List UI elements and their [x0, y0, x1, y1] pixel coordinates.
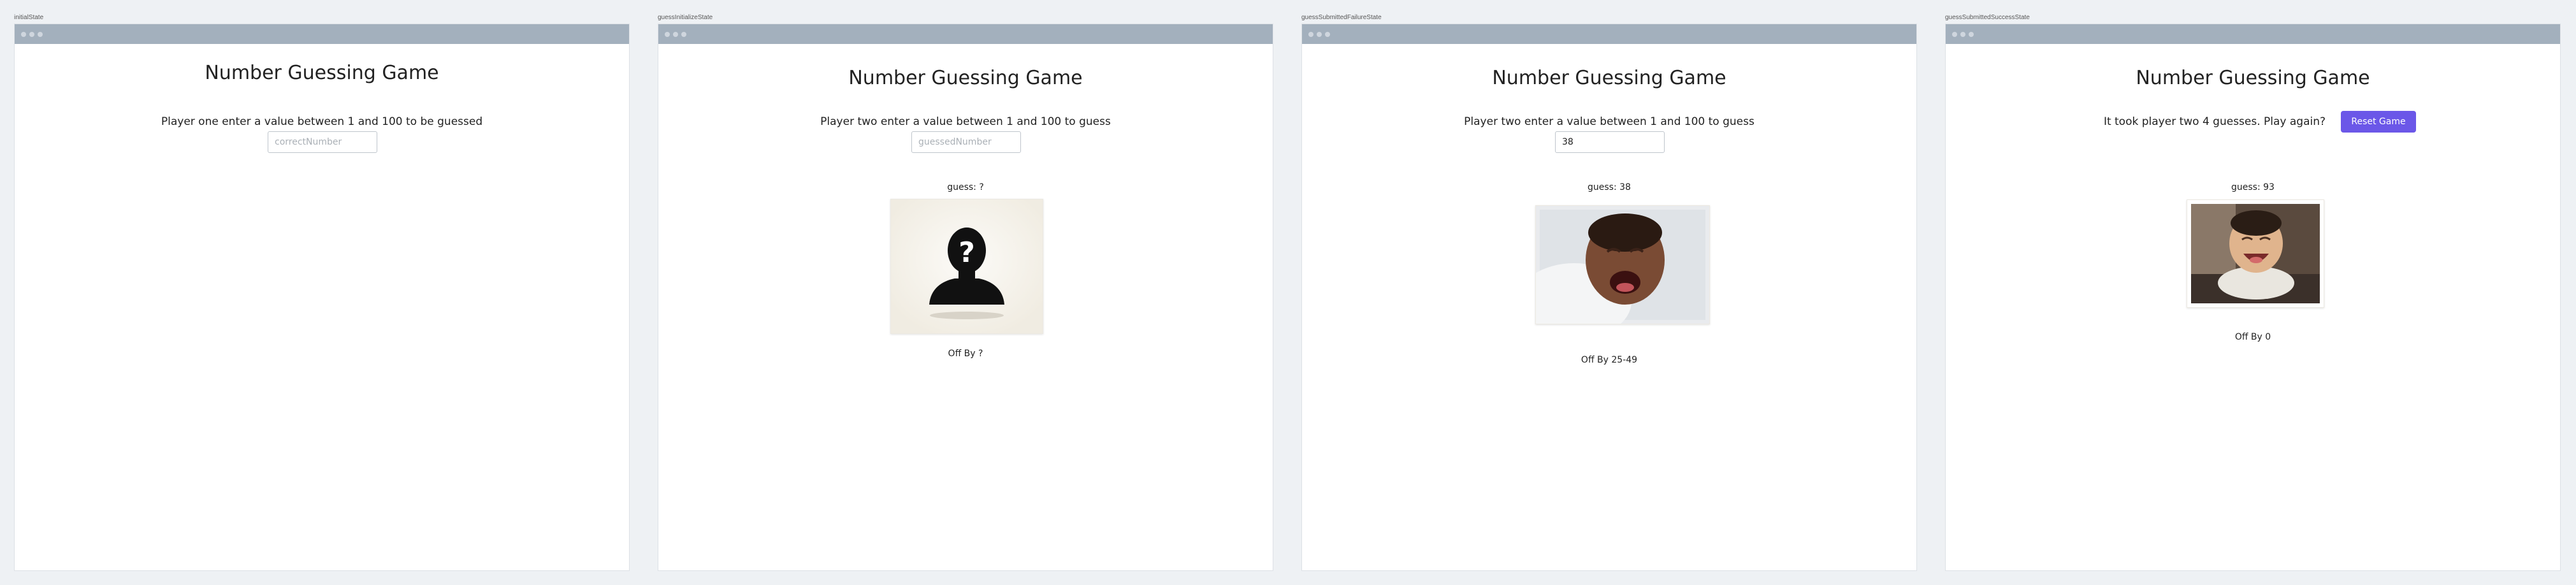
panel-guess-submitted-success-state: guessSubmittedSuccessState Number Guessi…: [1945, 14, 2561, 571]
guessed-number-input[interactable]: [1555, 131, 1665, 153]
prompt-text: Player one enter a value between 1 and 1…: [161, 115, 483, 128]
window-dot-icon: [1317, 32, 1322, 37]
guess-display: guess: 38: [1588, 182, 1631, 192]
off-by-text: Off By 0: [2234, 332, 2271, 342]
window-dot-icon: [1952, 32, 1957, 37]
browser-window: Number Guessing Game It took player two …: [1945, 24, 2561, 571]
panel-initial-state: initialState Number Guessing Game Player…: [14, 14, 630, 571]
window-dot-icon: [1960, 32, 1965, 37]
window-dot-icon: [681, 32, 686, 37]
guess-display: guess: ?: [947, 182, 984, 192]
browser-window: Number Guessing Game Player two enter a …: [1301, 24, 1917, 571]
reset-game-button[interactable]: Reset Game: [2341, 111, 2416, 133]
panel-guess-submitted-failure-state: guessSubmittedFailureState Number Guessi…: [1301, 14, 1917, 571]
window-dot-icon: [673, 32, 678, 37]
panel-guess-initialize-state: guessInitializeState Number Guessing Gam…: [658, 14, 1273, 571]
correct-number-input[interactable]: [268, 131, 377, 153]
prompt-text: Player two enter a value between 1 and 1…: [1464, 115, 1755, 128]
window-dot-icon: [21, 32, 26, 37]
browser-window: Number Guessing Game Player two enter a …: [658, 24, 1273, 571]
panel-label: initialState: [14, 14, 44, 21]
game-title: Number Guessing Game: [848, 67, 1083, 89]
guessed-number-input[interactable]: [911, 131, 1021, 153]
panel-label: guessSubmittedFailureState: [1301, 14, 1382, 21]
window-dot-icon: [29, 32, 34, 37]
game-title: Number Guessing Game: [205, 62, 439, 84]
window-dot-icon: [1325, 32, 1330, 37]
window-titlebar: [15, 24, 629, 44]
crying-baby-icon: [1536, 206, 1709, 324]
result-image-frame: [2187, 199, 2324, 308]
panel-label: guessSubmittedSuccessState: [1945, 14, 2030, 21]
game-title: Number Guessing Game: [1492, 67, 1726, 89]
window-titlebar: [1302, 24, 1916, 44]
window-dot-icon: [665, 32, 670, 37]
browser-window: Number Guessing Game Player one enter a …: [14, 24, 630, 571]
off-by-text: Off By 25-49: [1581, 355, 1638, 365]
window-dot-icon: [38, 32, 43, 37]
off-by-text: Off By ?: [948, 349, 983, 359]
prompt-text: Player two enter a value between 1 and 1…: [820, 115, 1111, 128]
panel-label: guessInitializeState: [658, 14, 713, 21]
happy-baby-icon: [2187, 200, 2324, 307]
game-title: Number Guessing Game: [2136, 67, 2370, 89]
mystery-silhouette-icon: ?: [891, 199, 1043, 333]
window-titlebar: [1946, 24, 2560, 44]
svg-text:?: ?: [959, 236, 975, 269]
window-dot-icon: [1969, 32, 1974, 37]
result-image-frame: [1535, 205, 1710, 324]
guess-display: guess: 93: [2231, 182, 2275, 192]
result-image-frame: ?: [890, 199, 1043, 334]
window-titlebar: [658, 24, 1273, 44]
success-message: It took player two 4 guesses. Play again…: [2103, 115, 2326, 128]
window-dot-icon: [1308, 32, 1313, 37]
